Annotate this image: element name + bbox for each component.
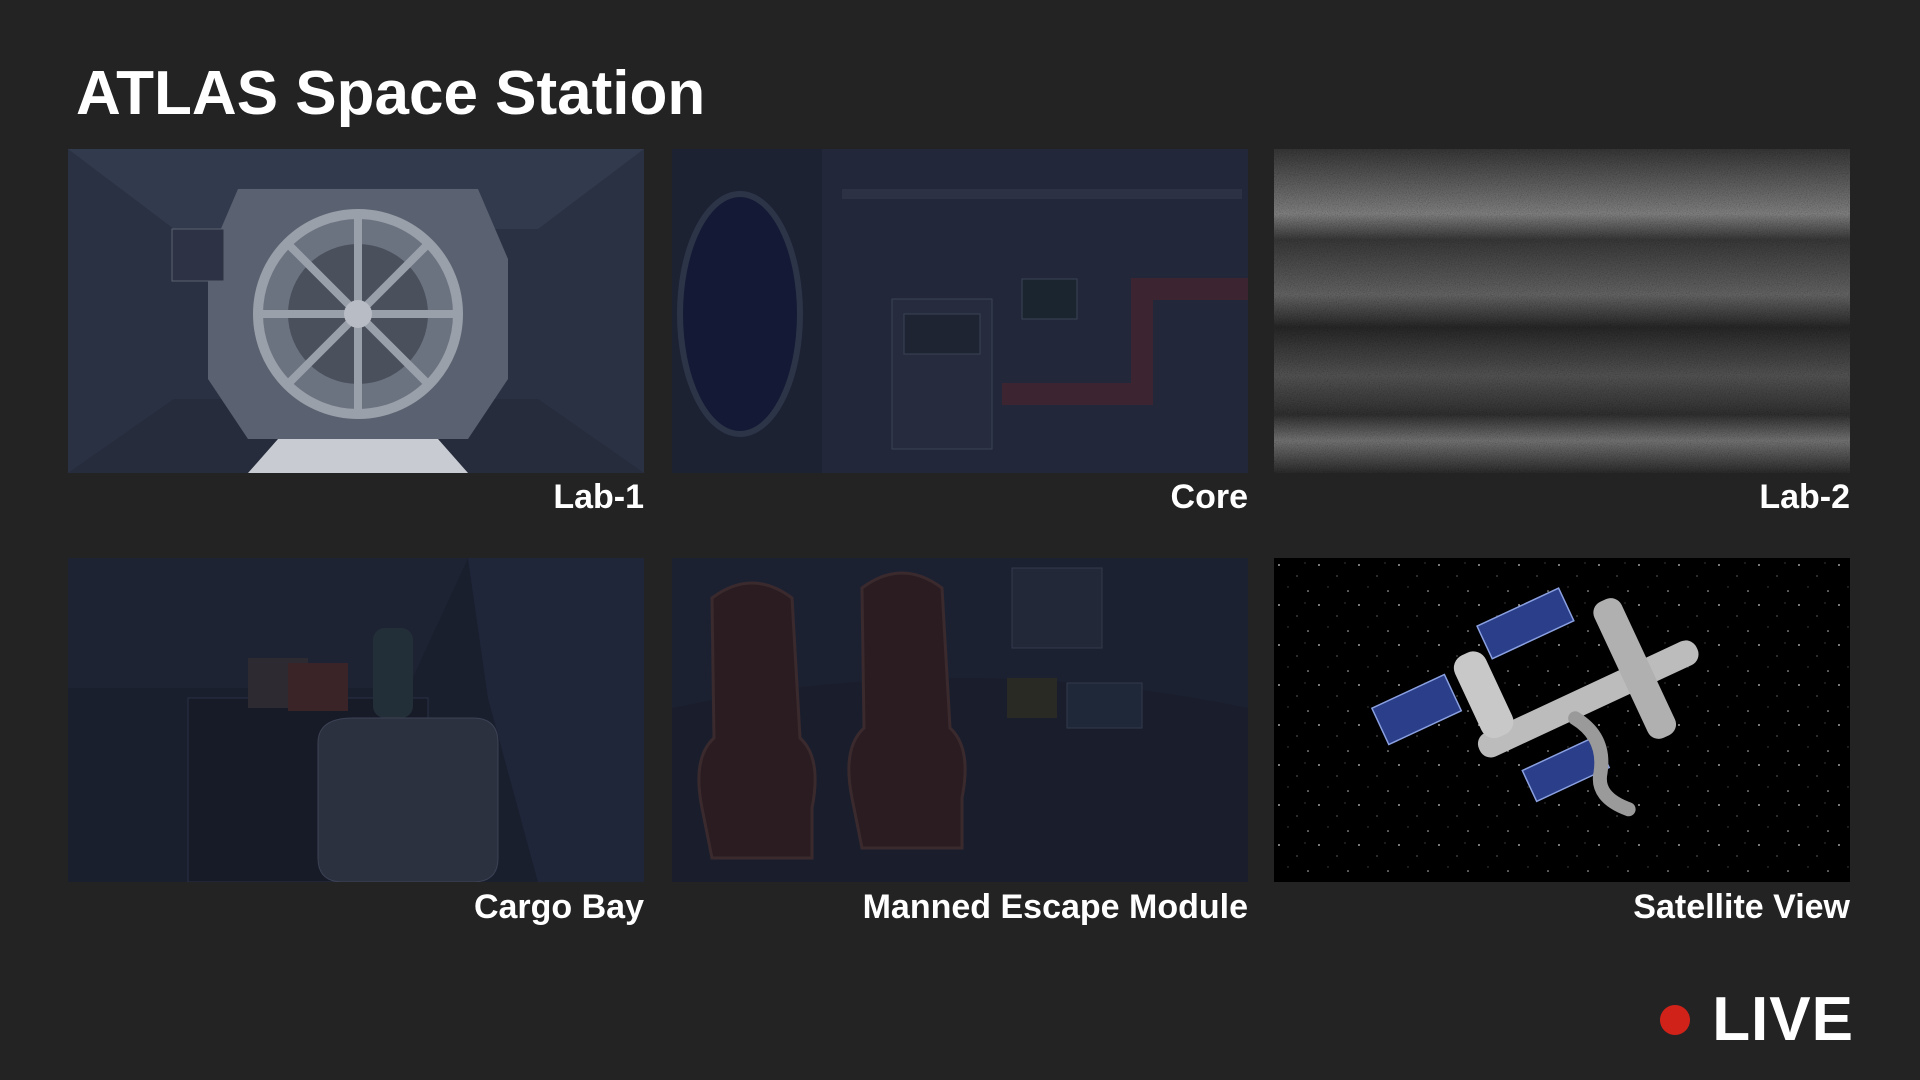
camera-label: Lab-2 xyxy=(1759,478,1850,516)
camera-label: Manned Escape Module xyxy=(862,888,1248,926)
camera-label: Cargo Bay xyxy=(473,888,644,926)
camera-feed-satellite-view[interactable] xyxy=(1274,558,1850,882)
camera-label: Satellite View xyxy=(1633,888,1850,926)
camera-feed-lab-2[interactable] xyxy=(1274,149,1850,473)
static-noise-icon xyxy=(1274,149,1850,473)
camera-feed-manned-escape-module[interactable] xyxy=(672,558,1248,882)
station-icon xyxy=(1274,558,1850,882)
corridor-icon xyxy=(672,149,1248,473)
camera-feed-lab-1[interactable] xyxy=(68,149,644,473)
live-dot-icon xyxy=(1660,1004,1691,1035)
camera-feed-cargo-bay[interactable] xyxy=(68,558,644,882)
camera-feed-core[interactable] xyxy=(672,149,1248,473)
live-indicator: LIVE xyxy=(1660,984,1854,1055)
page-title: ATLAS Space Station xyxy=(76,59,706,128)
live-label: LIVE xyxy=(1712,985,1854,1054)
camera-label: Core xyxy=(1170,478,1248,516)
cargo-icon xyxy=(68,558,644,882)
seats-icon xyxy=(672,558,1248,882)
hatch-icon xyxy=(68,149,644,473)
camera-label: Lab-1 xyxy=(553,478,644,516)
